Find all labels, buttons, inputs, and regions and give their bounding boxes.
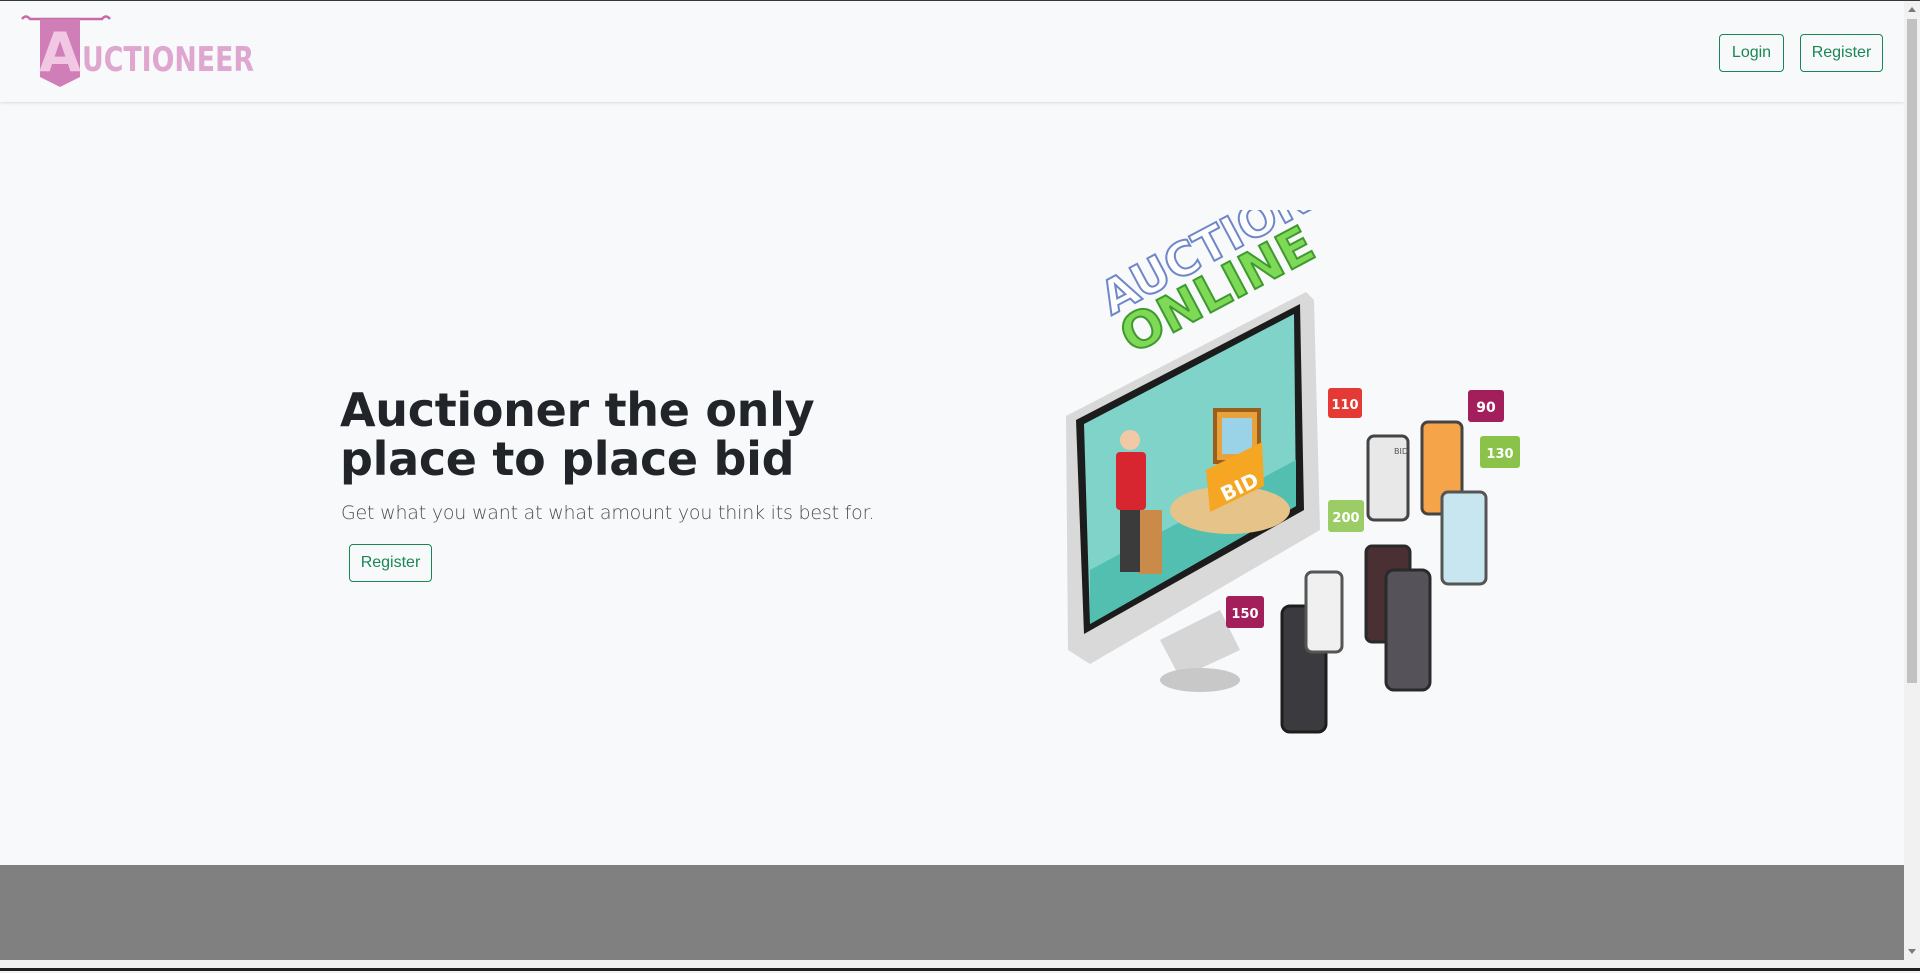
navbar: A UCTIONEER Login Register [0,1,1904,102]
scrollbar-thumb[interactable] [1907,19,1917,683]
bid-bubble-90: 90 [1468,390,1504,422]
bid-bubble-130: 130 [1480,436,1520,468]
auctioneer-head [1120,430,1140,450]
bid-bubble-200: 200 [1328,500,1364,532]
svg-text:200: 200 [1332,511,1359,526]
svg-text:130: 130 [1486,447,1513,462]
bid-bubble-150: 150 [1226,596,1264,628]
footer-band [0,865,1904,960]
auctioneer-jacket [1116,452,1146,510]
scroll-up-icon[interactable] [1908,7,1916,12]
phone-bid-tag: BID [1394,447,1408,456]
bid-bubble-110: 110 [1328,388,1362,418]
hero-register-button[interactable]: Register [349,544,432,582]
svg-text:150: 150 [1231,607,1258,622]
auctioneer-logo[interactable]: A UCTIONEER [20,15,260,89]
scroll-down-icon[interactable] [1908,949,1916,954]
login-button[interactable]: Login [1719,34,1784,72]
hero-subtitle: Get what you want at what amount you thi… [341,502,875,524]
svg-text:110: 110 [1331,398,1358,413]
logo-wordmark: UCTIONEER [82,40,254,80]
page-scrollbar[interactable] [1904,1,1920,960]
window-bottom-edge [0,960,1920,973]
hero-title: Auctioner the only place to place bid [340,383,815,486]
svg-text:90: 90 [1476,400,1496,416]
lectern [1138,510,1162,574]
logo-initial: A [39,21,81,84]
register-button[interactable]: Register [1800,34,1883,72]
auction-online-illustration: AUCTION ONLINE BID 110 90 130 200 150 BI… [1066,210,1520,734]
